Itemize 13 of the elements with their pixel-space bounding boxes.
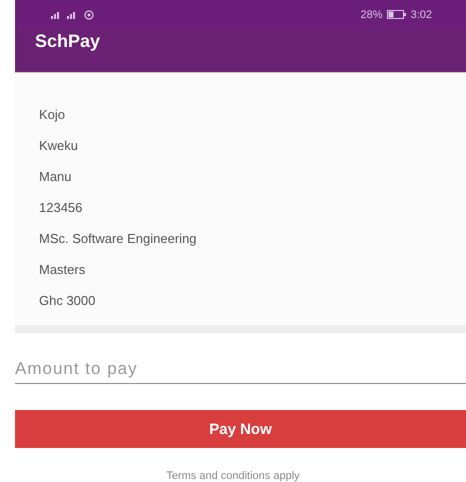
detail-text: Manu: [39, 168, 73, 184]
battery-percent: 28%: [360, 8, 383, 21]
detail-text: MSc. Software Engineering: [39, 230, 198, 246]
pay-now-button[interactable]: Pay Now: [15, 410, 466, 448]
detail-text: Kojo: [39, 106, 66, 122]
detail-text: Ghc 3000: [39, 292, 96, 308]
terms-text: Terms and conditions apply: [166, 470, 300, 482]
detail-text: Kweku: [39, 138, 80, 153]
detail-text: 123456: [39, 200, 84, 215]
detail-text: Masters: [39, 262, 86, 277]
battery-icon: [386, 10, 407, 20]
clock-time: 3:02: [410, 8, 432, 21]
app-title: SchPay: [35, 30, 100, 52]
